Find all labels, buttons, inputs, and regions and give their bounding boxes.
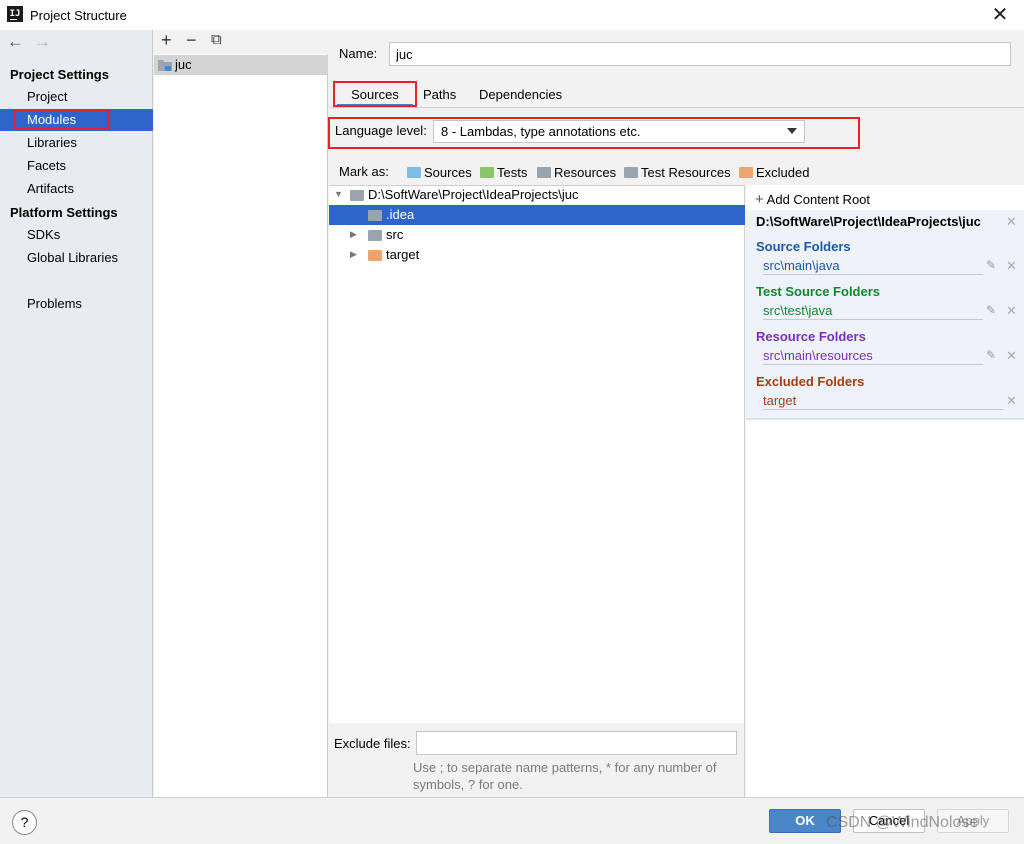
tree-row-src[interactable]: ▶ src — [329, 225, 745, 245]
tree-item-label: .idea — [386, 207, 415, 222]
expanded-triangle-icon: ▼ — [334, 189, 343, 199]
window-title: Project Structure — [30, 8, 127, 23]
mark-as-test-resources-label: Test Resources — [641, 165, 731, 180]
sidebar-item-global-libraries[interactable]: Global Libraries — [0, 247, 153, 269]
tab-divider — [329, 107, 1024, 108]
test-resources-folder-icon — [624, 167, 638, 178]
module-list-panel — [154, 30, 328, 797]
folder-icon — [350, 190, 364, 201]
platform-settings-heading: Platform Settings — [10, 205, 118, 220]
project-settings-heading: Project Settings — [10, 67, 109, 82]
sidebar-item-artifacts[interactable]: Artifacts — [0, 178, 153, 200]
module-name: juc — [175, 57, 192, 72]
modules-red-highlight-box — [13, 109, 109, 130]
exclude-files-input[interactable] — [416, 731, 737, 755]
excluded-folder-icon — [739, 167, 753, 178]
resources-folder-icon — [537, 167, 551, 178]
tree-item-label: target — [386, 247, 420, 262]
add-content-root-label: Add Content Root — [766, 192, 871, 207]
sidebar-item-project[interactable]: Project — [0, 86, 153, 108]
language-level-value: 8 - Lambdas, type annotations etc. — [441, 124, 641, 139]
remove-folder-icon[interactable]: ✕ — [1006, 303, 1017, 319]
edit-pencil-icon[interactable]: ✎ — [986, 258, 996, 272]
content-root-path: D:\SoftWare\Project\IdeaProjects\juc — [756, 214, 981, 229]
excluded-folder-path: target — [763, 393, 1003, 410]
sidebar-item-sdks[interactable]: SDKs — [0, 224, 153, 246]
add-content-root-button[interactable]: + Add Content Root — [755, 191, 870, 208]
watermark: CSDN @WindNolose — [826, 814, 979, 831]
collapsed-triangle-icon: ▶ — [350, 249, 357, 259]
excluded-folders-heading: Excluded Folders — [756, 374, 865, 389]
remove-folder-icon[interactable]: ✕ — [1006, 258, 1017, 274]
folder-icon — [368, 230, 382, 241]
back-arrow-icon[interactable]: ← — [7, 32, 24, 52]
name-label: Name: — [339, 46, 378, 61]
sidebar-item-facets[interactable]: Facets — [0, 155, 153, 177]
forward-arrow-icon[interactable]: → — [34, 32, 51, 52]
sidebar-item-libraries[interactable]: Libraries — [0, 132, 153, 154]
tests-folder-icon — [480, 167, 494, 178]
intellij-app-icon: IJ — [7, 6, 23, 22]
exclude-files-label: Exclude files: — [334, 736, 411, 751]
mark-as-excluded-label: Excluded — [756, 165, 810, 180]
source-folders-heading: Source Folders — [756, 239, 851, 254]
tab-paths[interactable]: Paths — [423, 85, 456, 107]
tree-row-idea[interactable]: .idea — [329, 205, 745, 225]
remove-module-icon[interactable]: − — [186, 30, 197, 51]
module-name-input[interactable] — [389, 42, 1011, 66]
sidebar-item-problems[interactable]: Problems — [0, 293, 153, 315]
content-root-tree — [329, 185, 745, 723]
language-level-label: Language level: — [335, 123, 427, 138]
source-folder-path: src\main\java — [763, 258, 983, 275]
folder-icon — [368, 210, 382, 221]
excluded-folder-icon — [368, 250, 382, 261]
resource-folders-heading: Resource Folders — [756, 329, 866, 344]
tree-row-target[interactable]: ▶ target — [329, 245, 745, 265]
remove-folder-icon[interactable]: ✕ — [1006, 348, 1017, 364]
test-source-folder-path: src\test\java — [763, 303, 983, 320]
module-toolbar — [154, 30, 328, 54]
sources-folder-icon — [407, 167, 421, 178]
close-window-button[interactable]: ✕ — [986, 2, 1014, 28]
add-module-icon[interactable]: + — [161, 30, 172, 51]
mark-as-sources-label: Sources — [424, 165, 472, 180]
mark-as-resources-label: Resources — [554, 165, 617, 180]
plus-icon: + — [755, 191, 764, 208]
remove-folder-icon[interactable]: ✕ — [1006, 393, 1017, 409]
help-button[interactable]: ? — [12, 810, 37, 835]
copy-module-icon[interactable]: ⧉ — [211, 31, 222, 48]
tree-root-label: D:\SoftWare\Project\IdeaProjects\juc — [368, 187, 579, 202]
language-level-dropdown[interactable]: 8 - Lambdas, type annotations etc. — [433, 120, 805, 143]
mark-as-tests-label: Tests — [497, 165, 528, 180]
module-list-item[interactable]: juc — [154, 55, 328, 75]
edit-pencil-icon[interactable]: ✎ — [986, 348, 996, 362]
exclude-files-hint: Use ; to separate name patterns, * for a… — [413, 760, 717, 792]
resource-folder-path: src\main\resources — [763, 348, 983, 365]
title-bar — [0, 0, 1024, 30]
tab-dependencies[interactable]: Dependencies — [479, 85, 562, 107]
sources-tab-red-highlight-box — [333, 81, 417, 107]
dropdown-arrow-icon — [787, 128, 797, 134]
test-source-folders-heading: Test Source Folders — [756, 284, 881, 299]
collapsed-triangle-icon: ▶ — [350, 229, 357, 239]
remove-content-root-icon[interactable]: ✕ — [1006, 214, 1017, 230]
edit-pencil-icon[interactable]: ✎ — [986, 303, 996, 317]
mark-as-label: Mark as: — [339, 164, 389, 179]
tree-row-root[interactable]: ▼ D:\SoftWare\Project\IdeaProjects\juc — [329, 185, 745, 205]
tree-item-label: src — [386, 227, 404, 242]
module-folder-icon — [158, 60, 172, 71]
